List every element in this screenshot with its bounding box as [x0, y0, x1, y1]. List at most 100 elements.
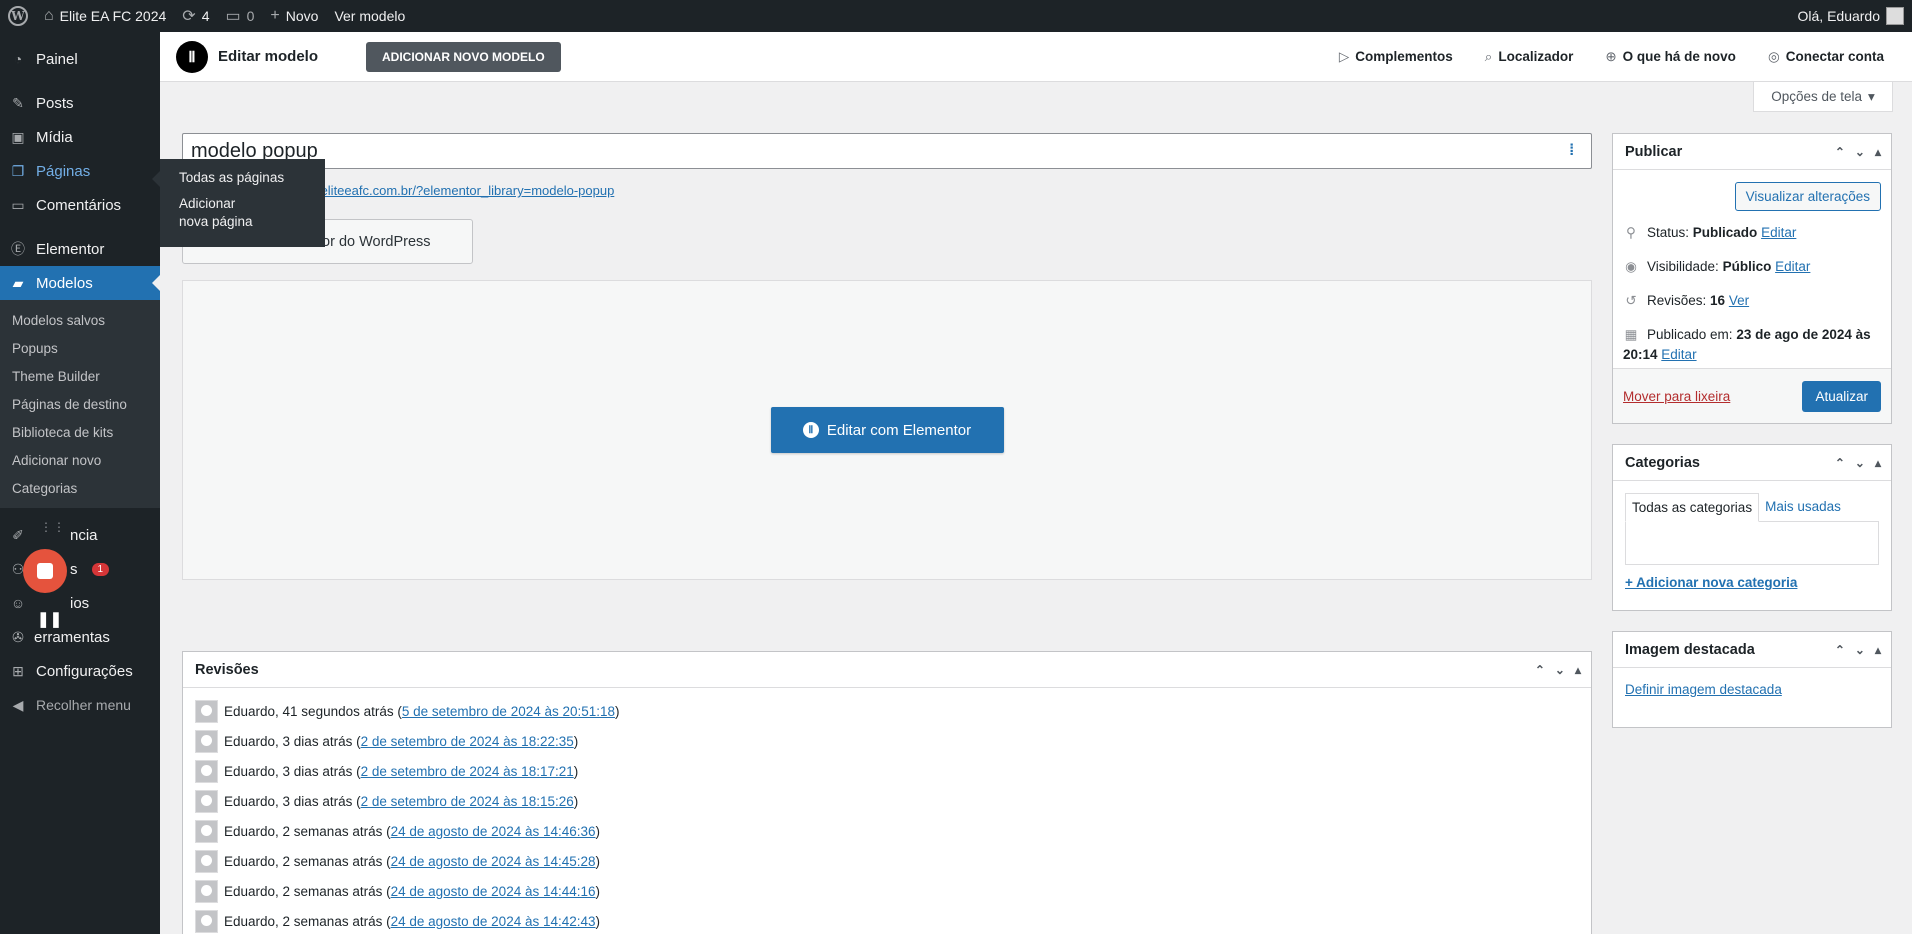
site-name-link[interactable]: ⌂ Elite EA FC 2024	[36, 0, 174, 32]
password-manager-icon[interactable]: ⁞	[1569, 142, 1585, 160]
sidebar-item-posts[interactable]: ✎ Posts	[0, 86, 160, 120]
refresh-icon: ⟳	[182, 8, 196, 25]
add-new-template-button[interactable]: ADICIONAR NOVO MODELO	[366, 41, 561, 72]
revisions-header[interactable]: Revisões ⌃ ⌄ ▴	[183, 652, 1591, 688]
revision-link[interactable]: 2 de setembro de 2024 às 18:15:26	[361, 794, 574, 809]
sidebar-item-label: Posts	[36, 94, 74, 112]
post-title-input[interactable]: modelo popup ⁞	[182, 133, 1592, 169]
whats-new-link[interactable]: ⊕ O que há de novo	[1605, 49, 1736, 65]
updates-link[interactable]: ⟳ 4	[174, 0, 217, 32]
elementor-icon: Ⓔ	[11, 241, 25, 257]
complementos-link[interactable]: ▷ Complementos	[1339, 49, 1453, 65]
submenu-paginas-destino[interactable]: Páginas de destino	[0, 390, 160, 418]
sidebar-item-elementor[interactable]: Ⓔ Elementor	[0, 232, 160, 266]
drag-handle-icon[interactable]: ⋮⋮	[40, 520, 66, 534]
avatar	[195, 789, 218, 813]
permalink-link[interactable]: ps://eliteeafc.com.br/?elementor_library…	[296, 183, 614, 198]
add-new-category-link[interactable]: + Adicionar nova categoria	[1625, 575, 1797, 590]
revision-author: Eduardo, 2 semanas atrás (	[224, 853, 391, 869]
elementor-edit-area: Ⅱ Editar com Elementor	[182, 280, 1592, 580]
revision-link[interactable]: 2 de setembro de 2024 às 18:17:21	[361, 764, 574, 779]
view-template-link[interactable]: Ver modelo	[326, 0, 413, 32]
sidebar-item-midia[interactable]: ▣ Mídia	[0, 120, 160, 154]
screen-options-button[interactable]: Opções de tela ▾	[1753, 82, 1893, 112]
submenu-adicionar-novo[interactable]: Adicionar novo	[0, 446, 160, 474]
revision-link[interactable]: 5 de setembro de 2024 às 20:51:18	[402, 704, 615, 719]
toggle-panel-icon[interactable]: ▴	[1575, 663, 1581, 677]
edit-visibility-link[interactable]: Editar	[1775, 259, 1810, 274]
pin-icon: ⚲	[1626, 225, 1636, 240]
flyout-todas-paginas[interactable]: Todas as páginas	[160, 165, 325, 191]
move-up-icon[interactable]: ⌃	[1835, 643, 1845, 657]
tab-most-used[interactable]: Mais usadas	[1759, 493, 1847, 522]
move-up-icon[interactable]: ⌃	[1535, 663, 1545, 677]
revision-link[interactable]: 2 de setembro de 2024 às 18:22:35	[361, 734, 574, 749]
toggle-panel-icon[interactable]: ▴	[1875, 643, 1881, 657]
submenu-modelos-salvos[interactable]: Modelos salvos	[0, 306, 160, 334]
revision-link[interactable]: 24 de agosto de 2024 às 14:46:36	[391, 824, 596, 839]
wordpress-logo-icon: W	[8, 6, 28, 26]
my-account-link[interactable]: Olá, Eduardo	[1790, 0, 1912, 32]
site-name: Elite EA FC 2024	[59, 8, 167, 24]
collapse-menu-label: Recolher menu	[36, 697, 131, 713]
collapse-menu-button[interactable]: ◀ Recolher menu	[0, 688, 160, 722]
stop-recording-button[interactable]	[23, 549, 67, 593]
localizador-link[interactable]: ⌕ Localizador	[1485, 49, 1574, 65]
categories-header[interactable]: Categorias ⌃ ⌄ ▴	[1613, 445, 1891, 481]
move-to-trash-link[interactable]: Mover para lixeira	[1623, 389, 1730, 404]
new-content-link[interactable]: + Novo	[262, 0, 326, 32]
sidebar-item-paginas[interactable]: ❐ Páginas	[0, 154, 160, 188]
preview-changes-button[interactable]: Visualizar alterações	[1734, 182, 1881, 211]
collapse-icon: ◀	[12, 696, 24, 713]
edit-date-link[interactable]: Editar	[1661, 347, 1696, 362]
connect-account-label: Conectar conta	[1785, 48, 1884, 64]
visibility-label: Visibilidade:	[1647, 259, 1719, 274]
sidebar-item-comentarios[interactable]: ▭ Comentários	[0, 188, 160, 222]
categories-checklist	[1625, 521, 1879, 565]
wp-logo-menu[interactable]: W	[0, 0, 36, 32]
history-icon: ↺	[1625, 293, 1637, 308]
flyout-adicionar-pagina[interactable]: Adicionar nova página	[160, 191, 280, 235]
submenu-theme-builder[interactable]: Theme Builder	[0, 362, 160, 390]
paginas-flyout-menu: Todas as páginas Adicionar nova página	[152, 159, 325, 247]
move-down-icon[interactable]: ⌄	[1855, 145, 1865, 159]
status-row: ⚲ Status: Publicado Editar	[1623, 223, 1881, 257]
publish-header[interactable]: Publicar ⌃ ⌄ ▴	[1613, 134, 1891, 170]
publish-box: Publicar ⌃ ⌄ ▴ Visualizar alterações ⚲ Stat…	[1612, 133, 1892, 424]
sidebar-item-modelos[interactable]: ▰ Modelos	[0, 266, 160, 300]
move-up-icon[interactable]: ⌃	[1835, 145, 1845, 159]
sidebar-item-configuracoes[interactable]: ⊞ Configurações	[0, 654, 160, 688]
move-down-icon[interactable]: ⌄	[1855, 643, 1865, 657]
sidebar-item-painel[interactable]: ◔ Painel	[0, 42, 160, 76]
edit-status-link[interactable]: Editar	[1761, 225, 1796, 240]
localizador-label: Localizador	[1498, 48, 1574, 64]
pause-recording-button[interactable]: ❚❚	[37, 610, 62, 628]
move-down-icon[interactable]: ⌄	[1555, 663, 1565, 677]
sidebar-item-label: Páginas	[36, 162, 91, 180]
connect-account-link[interactable]: ◎ Conectar conta	[1768, 49, 1884, 65]
update-button[interactable]: Atualizar	[1802, 380, 1881, 412]
revision-link[interactable]: 24 de agosto de 2024 às 14:45:28	[391, 854, 596, 869]
revisions-count: 16	[1710, 293, 1726, 308]
submenu-categorias[interactable]: Categorias	[0, 474, 160, 502]
move-up-icon[interactable]: ⌃	[1835, 456, 1845, 470]
toggle-panel-icon[interactable]: ▴	[1875, 145, 1881, 159]
calendar-icon: ▦	[1624, 327, 1638, 342]
toggle-panel-icon[interactable]: ▴	[1875, 456, 1881, 470]
revision-end: )	[595, 883, 601, 899]
move-down-icon[interactable]: ⌄	[1855, 456, 1865, 470]
set-featured-image-link[interactable]: Definir imagem destacada	[1625, 682, 1782, 697]
submenu-popups[interactable]: Popups	[0, 334, 160, 362]
revision-link[interactable]: 24 de agosto de 2024 às 14:42:43	[391, 914, 596, 929]
comments-link[interactable]: ▭ 0	[218, 0, 263, 32]
view-revisions-link[interactable]: Ver	[1729, 293, 1749, 308]
tab-all-categories[interactable]: Todas as categorias	[1625, 493, 1760, 522]
edit-with-elementor-button[interactable]: Ⅱ Editar com Elementor	[770, 407, 1004, 453]
screen-options-label: Opções de tela	[1771, 89, 1863, 104]
avatar	[195, 759, 218, 783]
submenu-biblioteca-kits[interactable]: Biblioteca de kits	[0, 418, 160, 446]
pin-icon: ✎	[12, 94, 24, 111]
featured-image-header[interactable]: Imagem destacada ⌃ ⌄ ▴	[1613, 632, 1891, 668]
revision-author: Eduardo, 41 segundos atrás (	[224, 703, 402, 719]
revision-link[interactable]: 24 de agosto de 2024 às 14:44:16	[391, 884, 596, 899]
